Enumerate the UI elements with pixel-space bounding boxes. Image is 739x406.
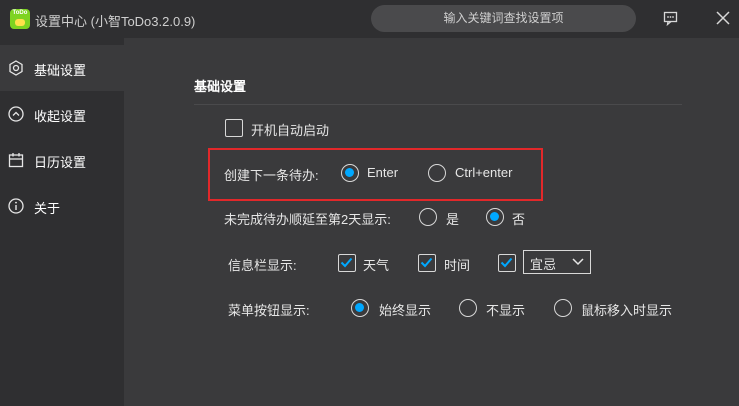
logo-text: ToDo [12,10,28,16]
autostart-label: 开机自动启动 [251,123,330,138]
feedback-icon [663,11,678,27]
search-input[interactable]: 输入关键词查找设置项 [371,5,636,32]
sidebar-item-about[interactable]: 关于 [0,183,124,229]
check-icon [500,257,513,268]
yiji-select-value: 宜忌 [530,257,557,272]
radio-ctrl-enter-label: Ctrl+enter [455,165,513,180]
check-icon [420,257,433,268]
sidebar-item-basic[interactable]: 基础设置 [0,45,124,91]
check-icon [340,257,353,268]
section-title: 基础设置 [194,79,247,94]
radio-defer-no[interactable] [486,208,504,226]
feedback-button[interactable] [662,9,680,27]
gear-icon [9,60,23,76]
sidebar-item-label: 日历设置 [34,155,87,170]
radio-always-show[interactable] [351,299,369,317]
radio-hover-show-label: 鼠标移入时显示 [581,303,673,318]
close-icon [716,11,730,25]
sidebar-item-label: 基础设置 [34,63,87,78]
info-icon [8,198,24,214]
sidebar-item-label: 收起设置 [34,109,87,124]
calendar-icon [8,153,24,168]
defer-label: 未完成待办顺延至第2天显示: [224,212,391,227]
radio-defer-no-label: 否 [512,212,526,227]
radio-defer-yes[interactable] [419,208,437,226]
menu-button-label: 菜单按钮显示: [228,303,310,318]
yiji-select[interactable]: 宜忌 [523,250,591,274]
chevron-down-icon [572,258,584,266]
radio-hover-show[interactable] [554,299,572,317]
yiji-checkbox[interactable] [498,254,516,272]
weather-checkbox[interactable] [338,254,356,272]
radio-no-show-label: 不显示 [486,303,526,318]
create-todo-label: 创建下一条待办: [224,168,319,183]
time-label: 时间 [444,258,471,273]
app-title: 设置中心 (小智ToDo3.2.0.9) [35,14,196,29]
info-bar-label: 信息栏显示: [228,258,297,273]
radio-no-show[interactable] [459,299,477,317]
logo-face [15,19,25,26]
radio-enter-label: Enter [367,165,399,180]
autostart-checkbox[interactable] [225,119,243,137]
time-checkbox[interactable] [418,254,436,272]
title-bar: ToDo 设置中心 (小智ToDo3.2.0.9) 输入关键词查找设置项 [0,0,739,38]
collapse-icon [8,106,24,122]
radio-defer-yes-label: 是 [446,212,460,227]
sidebar: 基础设置 收起设置 日历设置 关于 [0,38,124,406]
sidebar-item-label: 关于 [34,201,61,216]
radio-ctrl-enter[interactable] [428,164,446,182]
app-logo: ToDo [10,9,30,29]
close-button[interactable] [714,9,732,27]
section-divider [194,104,682,105]
sidebar-item-calendar[interactable]: 日历设置 [0,137,124,183]
sidebar-item-collapse[interactable]: 收起设置 [0,91,124,137]
weather-label: 天气 [363,258,390,273]
radio-always-show-label: 始终显示 [379,303,432,318]
radio-enter[interactable] [341,164,359,182]
